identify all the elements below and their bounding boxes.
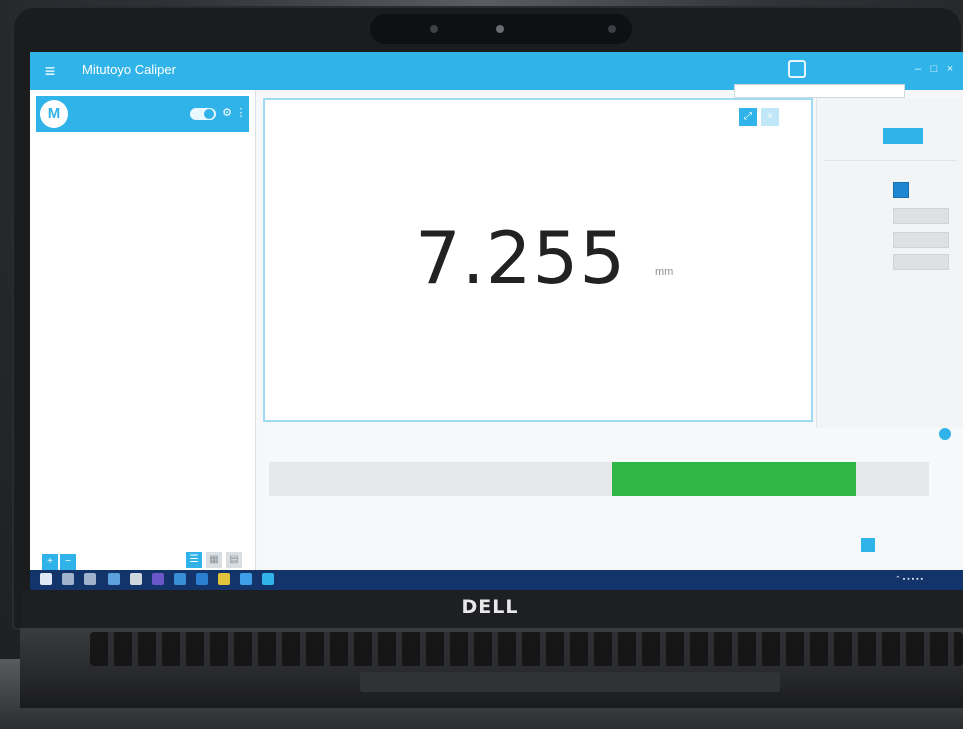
search-icon[interactable] — [62, 573, 74, 585]
settings-icon[interactable]: ⚙ — [220, 106, 234, 120]
trackpad — [360, 672, 780, 692]
field-input-3[interactable] — [893, 254, 949, 270]
hamburger-icon[interactable]: ≡ — [38, 59, 62, 83]
start-icon[interactable] — [40, 573, 52, 585]
tolerance-bar — [269, 462, 929, 496]
bottom-panel — [263, 428, 963, 568]
top-button[interactable] — [883, 128, 923, 144]
panel-action-button[interactable]: ⤢ — [739, 108, 757, 126]
device-card[interactable]: M ⚙ ⋮ — [36, 96, 249, 132]
window-icon[interactable] — [788, 60, 806, 78]
folder-icon[interactable] — [218, 573, 230, 585]
app-icon[interactable] — [240, 573, 252, 585]
webcam-sensor-icon — [430, 25, 438, 33]
task-view-icon[interactable] — [84, 573, 96, 585]
reading-panel: ⤢ × 7.255 mm — [263, 98, 813, 422]
store-icon[interactable] — [174, 573, 186, 585]
app-title: Mitutoyo Caliper — [82, 62, 176, 77]
device-toggle[interactable] — [190, 108, 216, 120]
field-input[interactable] — [893, 208, 949, 224]
tolerance-bar-fill — [612, 462, 856, 496]
remove-button[interactable]: − — [60, 554, 76, 570]
keyboard — [90, 632, 963, 666]
brand-logo: DELL — [461, 596, 519, 618]
measurement-value: 7.255 — [415, 216, 627, 300]
device-avatar: M — [40, 100, 68, 128]
measurement-unit: mm — [655, 266, 674, 278]
field-input-2[interactable] — [893, 232, 949, 248]
info-icon[interactable] — [939, 428, 951, 440]
list-view-button[interactable]: ☰ — [186, 552, 202, 568]
more-icon[interactable]: ⋮ — [234, 106, 248, 120]
explorer-icon[interactable] — [130, 573, 142, 585]
maximize-icon[interactable]: □ — [927, 62, 941, 76]
close-icon[interactable]: × — [943, 62, 957, 76]
windows-taskbar: ⌃ ▪ ▪ ▪ ▪ ▪ — [30, 570, 963, 590]
laptop-screen: ≡ Mitutoyo Caliper – □ × M ⚙ ⋮ + − ☰ ▦ ▤… — [30, 52, 963, 590]
teams-icon[interactable] — [152, 573, 164, 585]
mail-icon[interactable] — [196, 573, 208, 585]
divider — [825, 160, 957, 161]
add-button[interactable]: + — [42, 554, 58, 570]
grid-view-button[interactable]: ▦ — [206, 552, 222, 568]
webcam-bar — [370, 14, 632, 44]
webcam-light-icon — [608, 25, 616, 33]
minimize-icon[interactable]: – — [911, 62, 925, 76]
tooltip — [734, 84, 905, 98]
option-checkbox[interactable] — [893, 182, 909, 198]
settings-panel — [816, 98, 963, 428]
panel-close-button[interactable]: × — [761, 108, 779, 126]
system-tray[interactable]: ⌃ ▪ ▪ ▪ ▪ ▪ — [895, 575, 923, 583]
tile-view-button[interactable]: ▤ — [226, 552, 242, 568]
bottom-checkbox[interactable] — [861, 538, 875, 552]
device-sidebar: M ⚙ ⋮ + − ☰ ▦ ▤ ▾ — [30, 90, 256, 590]
edge-icon[interactable] — [108, 573, 120, 585]
webcam-lens-icon — [496, 25, 504, 33]
caliper-app-icon[interactable] — [262, 573, 274, 585]
